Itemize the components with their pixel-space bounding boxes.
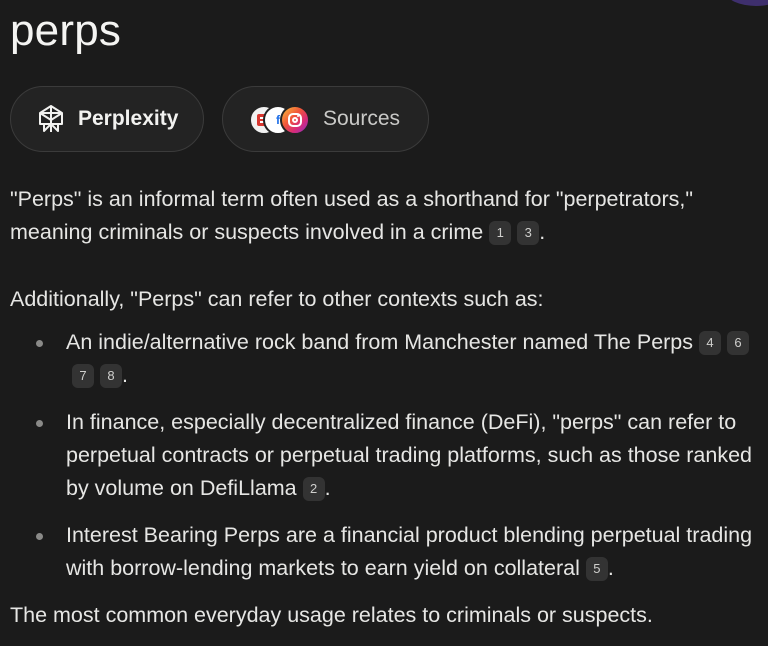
list-item-text: Interest Bearing Perps are a financial p…	[66, 523, 753, 580]
perplexity-tab-label: Perplexity	[78, 107, 179, 130]
citation-badge[interactable]: 2	[302, 477, 325, 501]
citation-badge[interactable]: 5	[585, 557, 608, 581]
contexts-list: An indie/alternative rock band from Manc…	[10, 326, 760, 585]
intro-paragraph: "Perps" is an informal term often used a…	[10, 187, 694, 245]
accent-glow	[726, 0, 768, 6]
perplexity-logo-icon	[39, 105, 63, 132]
page-title: perps	[10, 6, 122, 55]
perplexity-tab[interactable]: Perplexity	[10, 86, 204, 152]
sources-tab-label: Sources	[323, 107, 401, 130]
answer-body: "Perps" is an informal term often used a…	[10, 183, 760, 632]
citation-badge[interactable]: 8	[100, 364, 122, 388]
list-item: An indie/alternative rock band from Manc…	[10, 326, 760, 392]
instagram-icon	[280, 105, 310, 135]
sources-tab[interactable]: f Sources	[222, 86, 429, 152]
list-item-text: An indie/alternative rock band from Manc…	[66, 330, 694, 354]
citation-badge[interactable]: 7	[72, 364, 94, 388]
citation-badge[interactable]: 6	[727, 331, 750, 355]
additional-paragraph: Additionally, "Perps" can refer to other…	[10, 287, 544, 311]
list-item: In finance, especially decentralized fin…	[10, 406, 760, 505]
closing-paragraph: The most common everyday usage relates t…	[10, 603, 653, 627]
citation-badge[interactable]: 3	[517, 221, 540, 245]
source-favicons: f	[249, 104, 311, 135]
intro-text: "Perps" is an informal term often used a…	[10, 187, 694, 244]
citation-badge[interactable]: 4	[699, 331, 722, 355]
citation-badge[interactable]: 1	[489, 221, 512, 245]
list-item-text: In finance, especially decentralized fin…	[66, 410, 752, 500]
list-item: Interest Bearing Perps are a financial p…	[10, 519, 760, 585]
